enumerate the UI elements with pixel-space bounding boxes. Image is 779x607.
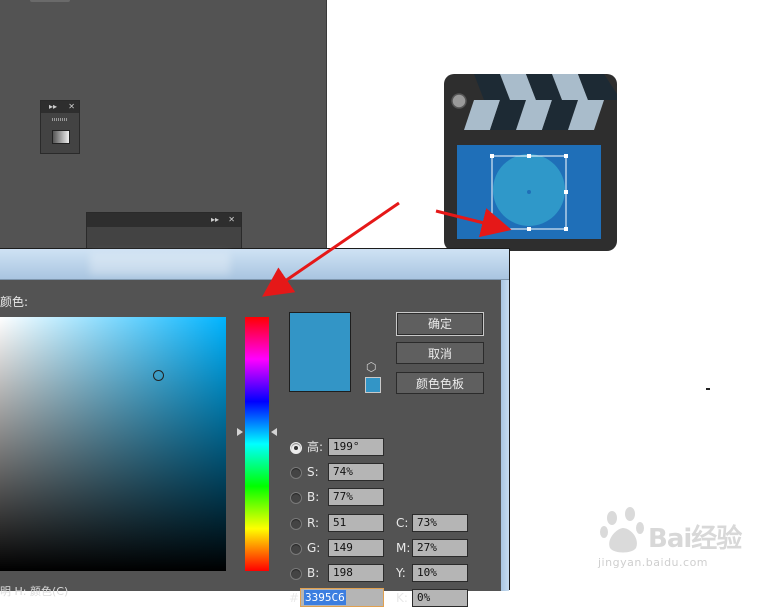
panel-tab[interactable] — [30, 0, 70, 2]
panel-titlebar[interactable]: ▸▸ ✕ — [87, 213, 241, 227]
radio-green[interactable] — [290, 543, 302, 555]
clapper-stripes — [464, 74, 617, 130]
cyan-input[interactable]: 73% — [412, 514, 468, 532]
magenta-input[interactable]: 27% — [412, 539, 468, 557]
saturation-brightness-field[interactable] — [0, 317, 226, 571]
circle-center-point — [527, 190, 531, 194]
radio-brightness[interactable] — [290, 492, 302, 504]
dialog-bottom-text: 明 H: 颜色(C) — [0, 585, 69, 598]
hue-slider[interactable] — [245, 317, 269, 571]
color-picker-dialog[interactable]: 颜色: ⬡ 确定 取消 颜色色板 高: 199° S: 74% B: 77% R… — [0, 248, 510, 607]
blue-label: B: — [307, 566, 320, 580]
clapperboard-artwork[interactable] — [444, 70, 618, 252]
magenta-label: M: — [396, 541, 411, 555]
titlebar-glass-highlight — [90, 253, 230, 275]
red-input[interactable]: 51 — [328, 514, 384, 532]
hex-input-selected-text: 3395C6 — [304, 590, 346, 605]
hue-slider-left-arrow-icon[interactable] — [237, 428, 243, 436]
brightness-label: B: — [307, 490, 320, 504]
hex-input[interactable]: 3395C6 — [300, 588, 384, 607]
brightness-input[interactable]: 77% — [328, 488, 384, 506]
panel-grip-icon — [52, 118, 68, 121]
current-color-preview — [289, 312, 351, 392]
black-label: K: — [396, 591, 408, 605]
close-icon[interactable]: ✕ — [228, 213, 235, 227]
watermark-text: Bai经验 — [648, 524, 742, 554]
ok-button[interactable]: 确定 — [396, 312, 484, 336]
panel-titlebar[interactable]: ▸▸ ✕ — [41, 101, 79, 113]
color-library-button[interactable]: 颜色色板 — [396, 372, 484, 394]
saturation-label: S: — [307, 465, 319, 479]
dialog-window-frame — [501, 280, 509, 591]
cyan-label: C: — [396, 516, 409, 530]
red-label: R: — [307, 516, 320, 530]
hue-slider-right-arrow-icon[interactable] — [271, 428, 277, 436]
radio-blue[interactable] — [290, 568, 302, 580]
cancel-button[interactable]: 取消 — [396, 342, 484, 364]
hue-label: 高: — [307, 440, 324, 454]
green-label: G: — [307, 541, 321, 555]
color-label: 颜色: — [0, 295, 29, 309]
web-safe-color-swatch[interactable] — [365, 377, 381, 393]
black-input[interactable]: 0% — [412, 589, 468, 607]
radio-hue[interactable] — [290, 442, 302, 454]
dialog-content: 颜色: ⬡ 确定 取消 颜色色板 高: 199° S: 74% B: 77% R… — [0, 280, 501, 607]
hue-input[interactable]: 199° — [328, 438, 384, 456]
hex-label: # — [289, 591, 300, 605]
green-input[interactable]: 149 — [328, 539, 384, 557]
expand-icon[interactable]: ▸▸ — [211, 213, 219, 227]
baidu-watermark: Bai经验 jingyan.baidu.com — [596, 500, 746, 576]
gradient-swatch[interactable] — [52, 130, 70, 144]
dialog-titlebar[interactable] — [0, 249, 509, 280]
blue-input[interactable]: 198 — [328, 564, 384, 582]
floating-gradient-panel[interactable]: ▸▸ ✕ — [40, 100, 80, 154]
close-icon[interactable]: ✕ — [68, 101, 75, 113]
radio-red[interactable] — [290, 518, 302, 530]
saturation-input[interactable]: 74% — [328, 463, 384, 481]
yellow-input[interactable]: 10% — [412, 564, 468, 582]
stray-mark — [706, 388, 710, 390]
web-safe-cube-icon[interactable]: ⬡ — [366, 360, 376, 374]
hinge-icon — [451, 93, 467, 109]
color-picker-cursor[interactable] — [153, 370, 164, 381]
expand-icon[interactable]: ▸▸ — [49, 101, 57, 113]
paw-logo-icon — [600, 507, 644, 553]
yellow-label: Y: — [396, 566, 406, 580]
radio-saturation[interactable] — [290, 467, 302, 479]
watermark-url: jingyan.baidu.com — [598, 556, 709, 569]
